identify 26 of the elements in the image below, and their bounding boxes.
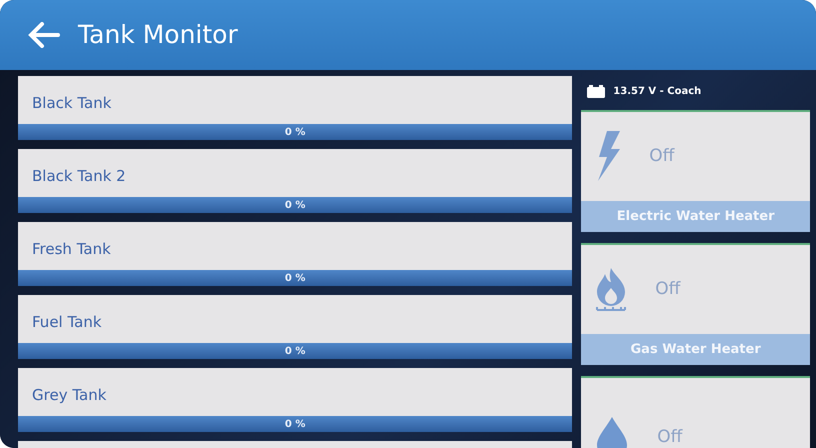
level-reading: 0 % bbox=[284, 344, 306, 358]
heater-status: Off bbox=[655, 278, 680, 300]
heater-label: Gas Water Heater bbox=[581, 334, 810, 365]
tank-card[interactable]: Fuel Tank 0 % bbox=[18, 295, 572, 359]
tank-name: Fresh Tank bbox=[31, 239, 112, 260]
heater-status: Off bbox=[649, 144, 674, 168]
water-drop-icon bbox=[595, 415, 630, 448]
tank-name: Fuel Tank bbox=[31, 312, 103, 333]
tank-card[interactable]: Black Tank 2 0 % bbox=[18, 149, 572, 213]
heater-label: Electric Water Heater bbox=[581, 200, 810, 232]
level-reading: 0 % bbox=[284, 418, 306, 432]
tank-card[interactable]: Fresh Tank 0 % bbox=[18, 222, 572, 286]
level-reading: 0 % bbox=[284, 272, 306, 286]
tank-card[interactable]: Black Tank 0 % bbox=[18, 76, 572, 140]
back-button[interactable] bbox=[28, 22, 60, 48]
page-title: Tank Monitor bbox=[78, 20, 238, 50]
tank-card[interactable]: Grey Tank 0 % bbox=[18, 368, 572, 432]
level-reading: 0 % bbox=[284, 198, 306, 212]
tank-name: Black Tank 2 bbox=[31, 166, 127, 187]
tank-name: Grey Tank bbox=[31, 385, 108, 406]
level-reading: 0 % bbox=[284, 126, 306, 140]
battery-reading: 13.57 V - Coach bbox=[613, 85, 702, 99]
flame-icon bbox=[595, 266, 628, 312]
tank-name: Black Tank bbox=[31, 93, 112, 114]
heater-status: Off bbox=[657, 426, 682, 448]
battery-icon bbox=[587, 85, 606, 98]
